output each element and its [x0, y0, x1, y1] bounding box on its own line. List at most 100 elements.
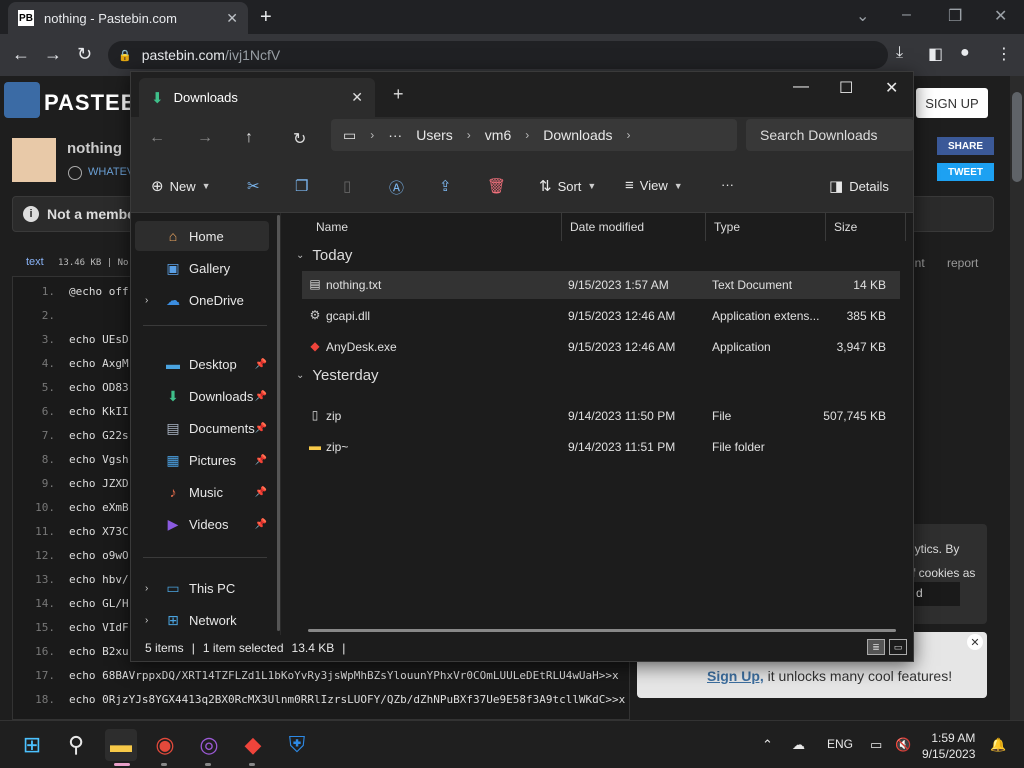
share-button[interactable]: ⇪: [439, 177, 452, 195]
sidebar-item-videos[interactable]: ▶ Videos 📌: [135, 509, 269, 539]
breadcrumb-vm6[interactable]: vm6: [485, 127, 511, 143]
sidebar-item-home[interactable]: ⌂ Home: [135, 221, 269, 251]
chevron-right-icon[interactable]: ›: [145, 615, 148, 626]
defender-shield-icon[interactable]: ⛨: [281, 729, 313, 761]
horizontal-scrollbar[interactable]: [308, 629, 896, 632]
clock[interactable]: 1:59 AM 9/15/2023: [922, 730, 975, 762]
close-promo-icon[interactable]: ✕: [967, 634, 983, 650]
refresh-icon[interactable]: ↻: [293, 129, 306, 149]
sidebar-item-this-pc[interactable]: › ▭ This PC: [135, 573, 269, 603]
language-indicator[interactable]: ENG: [827, 737, 853, 751]
address-bar[interactable]: 🔒 pastebin.com/ivj1NcfV: [108, 41, 888, 69]
copy-button[interactable]: ❐: [295, 177, 308, 195]
tor-browser-icon[interactable]: ◎: [193, 729, 225, 761]
minimize-icon[interactable]: —: [793, 78, 809, 96]
volume-muted-icon[interactable]: 🔇: [895, 737, 911, 753]
details-view-icon[interactable]: ≣: [867, 639, 885, 655]
author-link[interactable]: WHATEV: [88, 166, 134, 178]
more-crumbs-icon[interactable]: ···: [388, 127, 402, 143]
minimize-icon[interactable]: –: [902, 6, 911, 24]
profile-icon[interactable]: ●: [960, 44, 970, 62]
start-icon[interactable]: ⊞: [16, 729, 48, 761]
delete-button[interactable]: 🗑: [487, 177, 506, 195]
browser-tab[interactable]: PB nothing - Pastebin.com ✕: [8, 2, 248, 34]
search-icon[interactable]: ⚲: [60, 729, 92, 761]
file-explorer-icon[interactable]: ▬: [105, 729, 137, 761]
breadcrumb-users[interactable]: Users: [416, 127, 453, 143]
chevron-down-icon[interactable]: ⌄: [296, 370, 304, 381]
file-row[interactable]: ▯ zip 9/14/2023 11:50 PM File 507,745 KB: [302, 402, 900, 430]
anydesk-icon[interactable]: ◆: [237, 729, 269, 761]
new-button[interactable]: ⊕ New ▼: [151, 177, 211, 195]
close-tab-icon[interactable]: ✕: [226, 10, 238, 27]
view-button[interactable]: ≡ View ▼: [625, 177, 683, 194]
breadcrumb[interactable]: ▭ › ··· Users › vm6 › Downloads ›: [331, 119, 737, 151]
file-row[interactable]: ◆ AnyDesk.exe 9/15/2023 12:46 AM Applicatio…: [302, 333, 900, 361]
chevron-right-icon[interactable]: ›: [627, 128, 631, 142]
close-window-icon[interactable]: ✕: [994, 6, 1007, 26]
close-tab-icon[interactable]: ✕: [351, 89, 363, 106]
details-button[interactable]: ◨ Details: [829, 177, 889, 195]
paste-button[interactable]: ▯: [343, 177, 351, 195]
download-icon[interactable]: ⤓: [896, 44, 903, 62]
restore-icon[interactable]: ❐: [948, 6, 962, 26]
tweet-button[interactable]: TWEET: [937, 163, 994, 181]
pastebin-logo-icon[interactable]: [4, 82, 40, 118]
column-header-name[interactable]: Name: [308, 213, 562, 241]
facebook-share-button[interactable]: SHARE: [937, 137, 994, 155]
explorer-tab[interactable]: ⬇ Downloads ✕: [139, 78, 375, 117]
menu-dots-icon[interactable]: ⋮: [996, 44, 1012, 64]
file-row[interactable]: ▬ zip~ 9/14/2023 11:51 PM File folder: [302, 433, 900, 461]
chevron-down-icon[interactable]: ⌄: [296, 250, 304, 261]
sidebar-item-documents[interactable]: ▤ Documents 📌: [135, 413, 269, 443]
close-window-icon[interactable]: ✕: [885, 78, 898, 98]
page-scrollbar[interactable]: [1010, 76, 1024, 720]
page-scroll-thumb[interactable]: [1012, 92, 1022, 182]
sidebar-item-network[interactable]: › ⊞ Network: [135, 605, 269, 635]
sidebar-item-desktop[interactable]: ▬ Desktop 📌: [135, 349, 269, 379]
sidebar-item-downloads[interactable]: ⬇ Downloads 📌: [135, 381, 269, 411]
group-header[interactable]: ⌄ Today: [296, 247, 352, 264]
file-row[interactable]: ⚙ gcapi.dll 9/15/2023 12:46 AM Application …: [302, 302, 900, 330]
maximize-icon[interactable]: ☐: [839, 78, 853, 98]
side-panel-icon[interactable]: ◧: [928, 44, 943, 64]
report-link[interactable]: report: [947, 256, 978, 270]
notification-bell-icon[interactable]: 🔔: [990, 737, 1006, 753]
column-header-type[interactable]: Type: [706, 213, 826, 241]
monitor-icon[interactable]: ▭: [343, 127, 356, 144]
chevron-right-icon[interactable]: ›: [145, 583, 148, 594]
back-arrow-icon[interactable]: ←: [12, 44, 30, 65]
chevron-down-icon[interactable]: ⌄: [856, 6, 869, 26]
chevron-right-icon[interactable]: ›: [145, 295, 148, 306]
group-header[interactable]: ⌄ Yesterday: [296, 367, 379, 384]
column-header-size[interactable]: Size: [826, 213, 906, 241]
sidebar-item-music[interactable]: ♪ Music 📌: [135, 477, 269, 507]
sort-button[interactable]: ⇅ Sort ▼: [539, 177, 596, 195]
nav-pane-scrollbar[interactable]: [277, 215, 280, 631]
breadcrumb-downloads[interactable]: Downloads: [543, 127, 612, 143]
onedrive-tray-icon[interactable]: ☁: [792, 737, 805, 753]
sidebar-item-onedrive[interactable]: › ☁ OneDrive: [135, 285, 269, 315]
chevron-up-icon[interactable]: ⌃: [762, 737, 773, 753]
new-tab-icon[interactable]: +: [260, 6, 272, 29]
cut-button[interactable]: ✂: [247, 177, 260, 195]
cookie-accept-button[interactable]: d: [912, 582, 960, 606]
tiles-view-icon[interactable]: ▭: [889, 639, 907, 655]
code-language[interactable]: text: [26, 256, 44, 268]
reload-icon[interactable]: ↻: [77, 44, 92, 65]
back-arrow-icon[interactable]: ←: [149, 129, 165, 147]
chevron-right-icon[interactable]: ›: [370, 128, 374, 142]
chevron-right-icon[interactable]: ›: [525, 128, 529, 142]
sidebar-item-gallery[interactable]: ▣ Gallery: [135, 253, 269, 283]
search-input[interactable]: Search Downloads: [746, 119, 914, 151]
chevron-right-icon[interactable]: ›: [467, 128, 471, 142]
sign-up-button[interactable]: SIGN UP: [916, 88, 988, 118]
forward-arrow-icon[interactable]: →: [197, 129, 213, 147]
up-arrow-icon[interactable]: ↑: [245, 129, 253, 147]
forward-arrow-icon[interactable]: →: [44, 44, 62, 65]
pastebin-logo-text[interactable]: PASTEB: [44, 90, 138, 116]
file-row[interactable]: ▤ nothing.txt 9/15/2023 1:57 AM Text Docume…: [302, 271, 900, 299]
column-header-date[interactable]: Date modified: [562, 213, 706, 241]
promo-signup-link[interactable]: Sign Up,: [707, 668, 764, 684]
more-options-button[interactable]: ···: [721, 177, 734, 192]
